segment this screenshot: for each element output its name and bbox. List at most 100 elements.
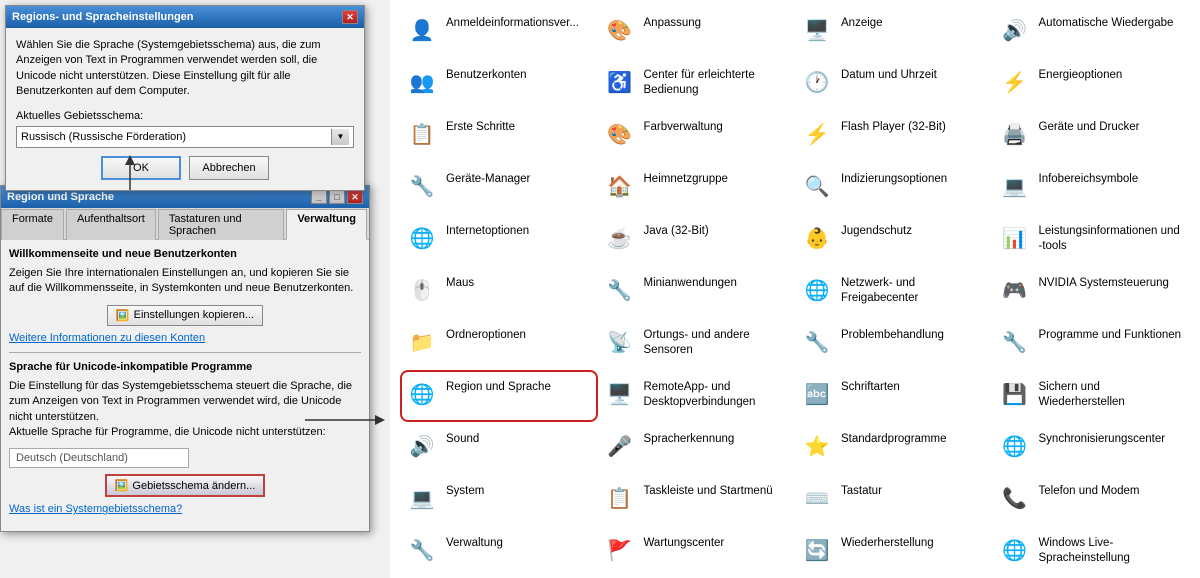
info-link[interactable]: Weitere Informationen zu diesen Konten xyxy=(9,332,361,344)
cp-item-icon-32: 🔊 xyxy=(406,430,438,462)
cp-item-label-36: System xyxy=(446,482,484,499)
cp-item-20[interactable]: 🖱️Maus xyxy=(402,268,596,316)
unicode-section: Sprache für Unicode-inkompatible Program… xyxy=(9,361,361,516)
cp-item-7[interactable]: ⚡Energieoptionen xyxy=(995,60,1189,108)
cp-item-icon-20: 🖱️ xyxy=(406,274,438,306)
section1-text: Zeigen Sie Ihre internationalen Einstell… xyxy=(9,266,361,297)
cp-item-label-39: Telefon und Modem xyxy=(1039,482,1140,499)
tab-formate[interactable]: Formate xyxy=(1,209,64,240)
cp-item-label-24: Ordneroptionen xyxy=(446,326,526,343)
cp-item-icon-39: 📞 xyxy=(999,482,1031,514)
cp-item-icon-18: 👶 xyxy=(801,222,833,254)
cp-item-3[interactable]: 🔊Automatische Wiedergabe xyxy=(995,8,1189,56)
cp-item-icon-25: 📡 xyxy=(604,326,636,358)
tab-tastaturen[interactable]: Tastaturen und Sprachen xyxy=(158,209,284,240)
cp-item-19[interactable]: 📊Leistungsinformationen und -tools xyxy=(995,216,1189,264)
cp-item-14[interactable]: 🔍Indizierungsoptionen xyxy=(797,164,991,212)
cp-item-1[interactable]: 🎨Anpassung xyxy=(600,8,794,56)
copy-button-label: Einstellungen kopieren... xyxy=(134,309,254,321)
cp-item-9[interactable]: 🎨Farbverwaltung xyxy=(600,112,794,160)
cp-item-42[interactable]: 🔄Wiederherstellung xyxy=(797,528,991,576)
cp-item-23[interactable]: 🎮 NVIDIA Systemsteuerung xyxy=(995,268,1189,316)
dialog1-combo[interactable]: Russisch (Russische Förderation) ▼ xyxy=(16,126,354,148)
combo-dropdown-arrow[interactable]: ▼ xyxy=(331,129,349,145)
cp-item-41[interactable]: 🚩Wartungscenter xyxy=(600,528,794,576)
cp-item-40[interactable]: 🔧Verwaltung xyxy=(402,528,596,576)
cp-item-26[interactable]: 🔧 Problembehandlung xyxy=(797,320,991,368)
cp-item-4[interactable]: 👥Benutzerkonten xyxy=(402,60,596,108)
cp-item-label-37: Taskleiste und Startmenü xyxy=(644,482,773,499)
cp-item-label-26: Problembehandlung xyxy=(841,326,944,343)
current-lang-display: Deutsch (Deutschland) xyxy=(9,448,189,468)
cp-item-0[interactable]: 👤Anmeldeinformationsver... xyxy=(402,8,596,56)
section2-title: Sprache für Unicode-inkompatible Program… xyxy=(9,361,361,373)
cp-item-10[interactable]: ⚡Flash Player (32-Bit) xyxy=(797,112,991,160)
cp-item-icon-26: 🔧 xyxy=(801,326,833,358)
dialog2-title: Region und Sprache xyxy=(7,191,311,203)
cp-item-43[interactable]: 🌐Windows Live-Spracheinstellung xyxy=(995,528,1189,576)
cp-item-29[interactable]: 🖥️RemoteApp- und Desktopverbindungen xyxy=(600,372,794,420)
dialog1-cancel-button[interactable]: Abbrechen xyxy=(189,156,269,180)
cp-item-37[interactable]: 📋Taskleiste und Startmenü xyxy=(600,476,794,524)
cp-item-32[interactable]: 🔊Sound xyxy=(402,424,596,472)
section2-text: Die Einstellung für das Systemgebietssch… xyxy=(9,379,361,441)
cp-item-15[interactable]: 💻Infobereichsymbole xyxy=(995,164,1189,212)
cp-item-icon-16: 🌐 xyxy=(406,222,438,254)
cp-item-icon-43: 🌐 xyxy=(999,534,1031,566)
cp-item-22[interactable]: 🌐Netzwerk- und Freigabecenter xyxy=(797,268,991,316)
cp-item-label-23: NVIDIA Systemsteuerung xyxy=(1039,274,1169,291)
cp-item-label-17: Java (32-Bit) xyxy=(644,222,709,239)
cp-item-label-19: Leistungsinformationen und -tools xyxy=(1039,222,1185,254)
cp-item-icon-8: 📋 xyxy=(406,118,438,150)
dialog1-ok-button[interactable]: OK xyxy=(101,156,181,180)
cp-item-33[interactable]: 🎤Spracherkennung xyxy=(600,424,794,472)
cp-item-38[interactable]: ⌨️Tastatur xyxy=(797,476,991,524)
tab-verwaltung[interactable]: Verwaltung xyxy=(286,209,367,240)
cp-item-icon-23: 🎮 xyxy=(999,274,1031,306)
cp-item-label-25: Ortungs- und andere Sensoren xyxy=(644,326,790,358)
section1-title: Willkommenseite und neue Benutzerkonten xyxy=(9,248,361,260)
cp-item-30[interactable]: 🔤 Schriftarten xyxy=(797,372,991,420)
dialog2-minimize-button[interactable]: _ xyxy=(311,190,327,204)
cp-item-21[interactable]: 🔧Minianwendungen xyxy=(600,268,794,316)
cp-item-5[interactable]: ♿Center für erleichterte Bedienung xyxy=(600,60,794,108)
cp-item-2[interactable]: 🖥️Anzeige xyxy=(797,8,991,56)
cp-item-label-30: Schriftarten xyxy=(841,378,900,395)
cp-item-11[interactable]: 🖨️Geräte und Drucker xyxy=(995,112,1189,160)
cp-item-25[interactable]: 📡Ortungs- und andere Sensoren xyxy=(600,320,794,368)
cp-item-36[interactable]: 💻System xyxy=(402,476,596,524)
cp-item-icon-30: 🔤 xyxy=(801,378,833,410)
cp-item-icon-22: 🌐 xyxy=(801,274,833,306)
cp-item-16[interactable]: 🌐Internetoptionen xyxy=(402,216,596,264)
cp-item-18[interactable]: 👶 Jugendschutz xyxy=(797,216,991,264)
dialog2-tab-bar: Formate Aufenthaltsort Tastaturen und Sp… xyxy=(1,208,369,240)
cp-item-17[interactable]: ☕ Java (32-Bit) xyxy=(600,216,794,264)
geo-change-button[interactable]: 🖼️ Gebietsschema ändern... xyxy=(105,474,266,497)
cp-item-34[interactable]: ⭐Standardprogramme xyxy=(797,424,991,472)
cp-item-28[interactable]: 🌐Region und Sprache xyxy=(402,372,596,420)
system-geo-link[interactable]: Was ist ein Systemgebietsschema? xyxy=(9,503,361,515)
cp-item-label-43: Windows Live-Spracheinstellung xyxy=(1039,534,1185,566)
cp-item-icon-29: 🖥️ xyxy=(604,378,636,410)
cp-item-12[interactable]: 🔧Geräte-Manager xyxy=(402,164,596,212)
cp-item-27[interactable]: 🔧Programme und Funktionen xyxy=(995,320,1189,368)
copy-settings-button[interactable]: 🖼️ Einstellungen kopieren... xyxy=(107,305,263,326)
cp-item-6[interactable]: 🕐Datum und Uhrzeit xyxy=(797,60,991,108)
dialog2-close-button[interactable]: ✕ xyxy=(347,190,363,204)
cp-item-24[interactable]: 📁 Ordneroptionen xyxy=(402,320,596,368)
cp-item-label-18: Jugendschutz xyxy=(841,222,912,239)
cp-item-icon-1: 🎨 xyxy=(604,14,636,46)
cp-item-label-41: Wartungscenter xyxy=(644,534,725,551)
cp-item-label-14: Indizierungsoptionen xyxy=(841,170,947,187)
cp-item-39[interactable]: 📞 Telefon und Modem xyxy=(995,476,1189,524)
cp-item-8[interactable]: 📋Erste Schritte xyxy=(402,112,596,160)
cp-item-icon-17: ☕ xyxy=(604,222,636,254)
cp-item-35[interactable]: 🌐Synchronisierungscenter xyxy=(995,424,1189,472)
dialog2-maximize-button[interactable]: □ xyxy=(329,190,345,204)
cp-item-icon-15: 💻 xyxy=(999,170,1031,202)
tab-aufenthaltsort[interactable]: Aufenthaltsort xyxy=(66,209,156,240)
dialog1-close-button[interactable]: ✕ xyxy=(342,10,358,24)
cp-item-icon-24: 📁 xyxy=(406,326,438,358)
cp-item-13[interactable]: 🏠Heimnetzgruppe xyxy=(600,164,794,212)
cp-item-31[interactable]: 💾Sichern und Wiederherstellen xyxy=(995,372,1189,420)
